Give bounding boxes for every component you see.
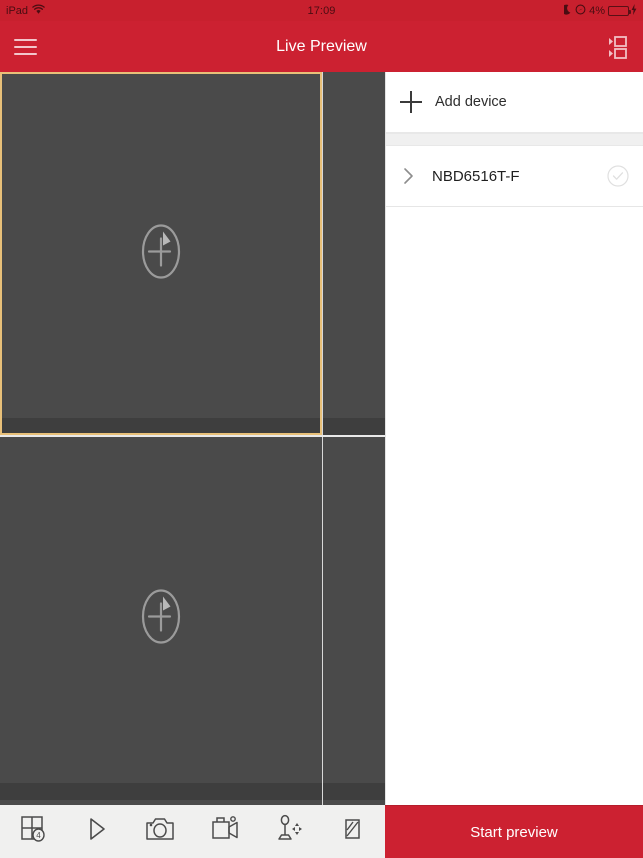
- partially-hidden-icon: [340, 813, 366, 850]
- video-cell-body: [323, 72, 385, 435]
- ptz-joystick-icon: [272, 813, 306, 850]
- add-device-button[interactable]: Add device: [386, 72, 643, 133]
- ptz-button[interactable]: [257, 805, 321, 858]
- split-screen-4-button[interactable]: 4: [0, 805, 64, 858]
- bottom-toolbar: 4: [0, 805, 385, 858]
- video-cell-statusbar: [323, 783, 385, 800]
- clock-time: 17:09: [307, 4, 336, 17]
- start-preview-button[interactable]: Start preview: [385, 805, 643, 858]
- grid-divider-horizontal: [0, 435, 385, 437]
- video-camera-icon: [208, 813, 242, 850]
- video-cell-1[interactable]: [0, 72, 322, 435]
- camera-icon: [143, 813, 177, 850]
- device-list-item[interactable]: NBD6516T-F: [386, 146, 643, 207]
- location-icon: [575, 4, 586, 18]
- chevron-right-icon[interactable]: [400, 165, 418, 187]
- video-cell-statusbar: [0, 783, 322, 800]
- video-cell-3[interactable]: [0, 437, 322, 800]
- video-cell-statusbar: [0, 418, 322, 435]
- live-preview-screen: iPad 17:09 4% Live Preview Add device NB…: [0, 0, 643, 858]
- status-bar: iPad 17:09 4%: [0, 0, 643, 21]
- add-camera-icon[interactable]: [137, 585, 185, 652]
- more-button[interactable]: [321, 805, 385, 858]
- record-button[interactable]: [193, 805, 257, 858]
- video-grid: [0, 72, 385, 805]
- video-cell-statusbar: [323, 418, 385, 435]
- play-triangle-icon: [80, 813, 112, 850]
- page-title-text: Live Preview: [276, 37, 367, 55]
- list-section-separator: [386, 133, 643, 146]
- snapshot-button[interactable]: [128, 805, 192, 858]
- battery-percent: 4%: [589, 4, 605, 17]
- circle-check-icon[interactable]: [607, 165, 629, 187]
- status-bar-right: 4%: [561, 0, 637, 21]
- add-device-label: Add device: [435, 94, 507, 110]
- device-name: NBD6516T-F: [432, 167, 520, 185]
- play-button[interactable]: [64, 805, 128, 858]
- battery-icon: [608, 5, 631, 16]
- device-list-panel: Add device NBD6516T-F: [385, 72, 643, 805]
- moon-icon: [561, 4, 572, 18]
- device-split-layout-icon[interactable]: [605, 34, 631, 60]
- video-cell-body: [323, 437, 385, 800]
- add-camera-icon[interactable]: [137, 220, 185, 287]
- video-cell-2[interactable]: [323, 72, 385, 435]
- plus-icon: [400, 91, 422, 113]
- grid-divider-vertical: [322, 72, 323, 805]
- status-bar-clock: 17:09: [0, 0, 643, 21]
- svg-text:4: 4: [36, 831, 41, 840]
- lightning-bolt-icon: [631, 3, 637, 18]
- start-preview-label: Start preview: [470, 823, 558, 841]
- navigation-bar: Live Preview: [0, 21, 643, 72]
- video-cell-4[interactable]: [323, 437, 385, 800]
- page-title: Live Preview: [0, 21, 643, 72]
- grid-four-split-icon: 4: [16, 813, 48, 850]
